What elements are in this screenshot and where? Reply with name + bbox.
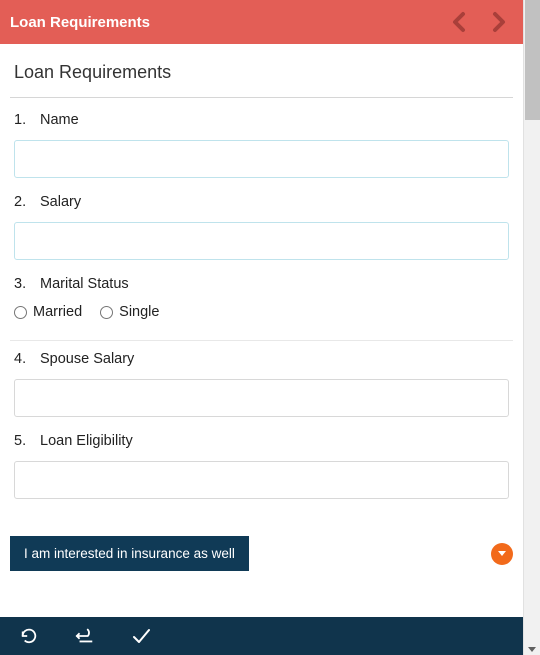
marital-single-option[interactable]: Single (100, 304, 159, 320)
scrollbar-thumb[interactable] (525, 0, 540, 120)
radio-label: Single (119, 304, 159, 320)
chevron-right-icon (488, 11, 508, 33)
insurance-interest-button[interactable]: I am interested in insurance as well (10, 536, 249, 571)
question-number: 5. (14, 433, 30, 449)
question-label: Name (40, 112, 79, 128)
question-number: 1. (14, 112, 30, 128)
topbar: Loan Requirements (0, 0, 523, 44)
question-label: Marital Status (40, 276, 129, 292)
salary-input[interactable] (14, 222, 509, 260)
question-name: 1. Name (10, 102, 513, 178)
question-number: 3. (14, 276, 30, 292)
chevron-left-icon (450, 11, 470, 33)
bottombar (0, 617, 523, 655)
name-input[interactable] (14, 140, 509, 178)
divider (10, 97, 513, 98)
submit-button[interactable] (130, 625, 152, 647)
question-number: 4. (14, 351, 30, 367)
question-label: Loan Eligibility (40, 433, 133, 449)
marital-married-option[interactable]: Married (14, 304, 82, 320)
spouse-salary-input[interactable] (14, 379, 509, 417)
scroll-down-icon (528, 647, 536, 652)
revert-icon (75, 627, 95, 645)
question-spouse-salary: 4. Spouse Salary (10, 341, 513, 417)
question-salary: 2. Salary (10, 178, 513, 260)
question-label: Salary (40, 194, 81, 210)
chevron-down-icon (498, 551, 506, 556)
revert-button[interactable] (74, 625, 96, 647)
question-number: 2. (14, 194, 30, 210)
form-content: Loan Requirements 1. Name 2. Salary (0, 44, 523, 617)
loan-eligibility-input[interactable] (14, 461, 509, 499)
question-label: Spouse Salary (40, 351, 134, 367)
radio-label: Married (33, 304, 82, 320)
page-title: Loan Requirements (10, 14, 437, 31)
refresh-button[interactable] (18, 625, 40, 647)
radio-single[interactable] (100, 306, 113, 319)
refresh-icon (20, 627, 38, 645)
vertical-scrollbar[interactable] (523, 0, 540, 655)
expand-fab-button[interactable] (491, 543, 513, 565)
question-loan-eligibility: 5. Loan Eligibility (10, 417, 513, 499)
form-title: Loan Requirements (10, 58, 513, 97)
radio-married[interactable] (14, 306, 27, 319)
next-button[interactable] (483, 7, 513, 37)
prev-button[interactable] (445, 7, 475, 37)
question-marital-status: 3. Marital Status Married Single (10, 260, 513, 326)
check-icon (131, 627, 151, 645)
